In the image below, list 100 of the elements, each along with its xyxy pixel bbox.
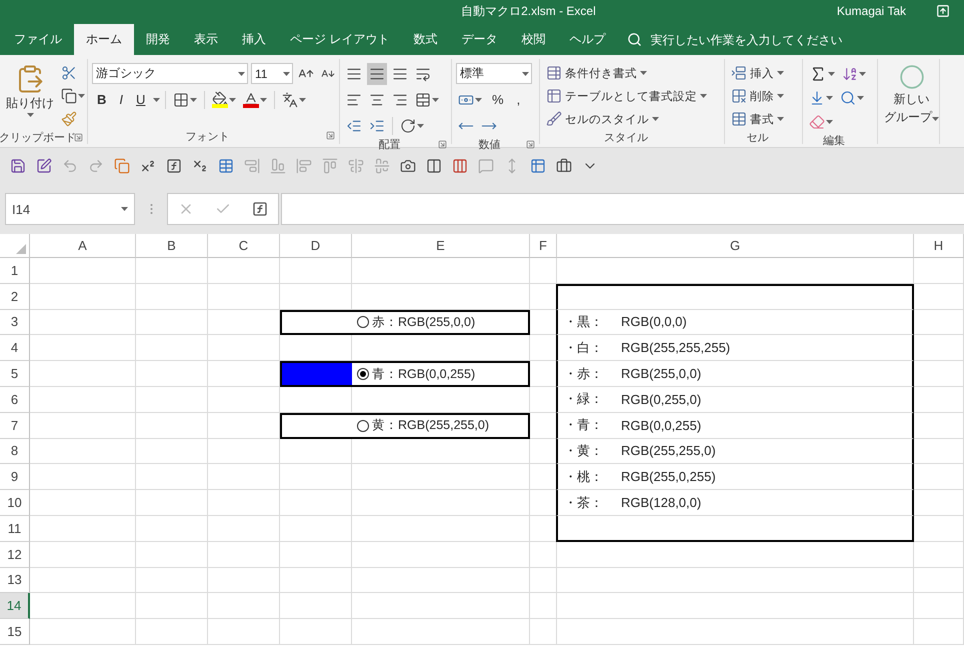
row-header[interactable]: 1	[0, 258, 30, 284]
font-name-field[interactable]: 游ゴシック	[92, 63, 248, 84]
option-button[interactable]: 黄：RGB(255,255,0)	[352, 414, 528, 437]
bordered-cell[interactable]	[556, 284, 914, 310]
sheet-cell[interactable]	[208, 438, 280, 464]
dialog-launcher-icon[interactable]	[526, 140, 535, 149]
name-box[interactable]: I14	[5, 193, 135, 225]
sheet-cell[interactable]	[352, 542, 530, 568]
sheet-cell[interactable]	[136, 619, 208, 645]
row-header[interactable]: 6	[0, 386, 30, 413]
row-header[interactable]: 2	[0, 284, 30, 310]
select-all-icon[interactable]	[16, 244, 26, 254]
row-header[interactable]: 11	[0, 516, 30, 542]
new-group-button[interactable]: 新しい グループ	[882, 62, 941, 128]
sheet-cell[interactable]	[530, 593, 557, 620]
sheet-cell[interactable]	[914, 284, 964, 310]
sheet-cell[interactable]	[208, 258, 280, 284]
bold-button[interactable]: B	[92, 88, 112, 110]
sheet-cell[interactable]	[557, 593, 914, 620]
bordered-cell[interactable]: ・緑： RGB(0,255,0)	[556, 386, 914, 413]
sheet-cell[interactable]	[530, 258, 557, 284]
italic-button[interactable]: I	[114, 88, 128, 110]
radio-icon[interactable]	[357, 368, 369, 380]
dialog-launcher-icon[interactable]	[326, 131, 335, 140]
sheet-cell[interactable]	[136, 361, 208, 387]
sheet-cell[interactable]	[136, 438, 208, 464]
sheet-cell[interactable]	[30, 619, 136, 645]
style-menu-button[interactable]: テーブルとして書式設定	[544, 85, 709, 107]
sheet-cell[interactable]	[30, 438, 136, 464]
radio-icon[interactable]	[357, 420, 369, 432]
sheet-cell[interactable]	[136, 516, 208, 542]
option-button[interactable]: 赤：RGB(255,0,0)	[352, 312, 528, 334]
cells-menu-button[interactable]: 書式	[729, 108, 786, 130]
percent-button[interactable]: %	[487, 88, 509, 110]
sheet-cell[interactable]	[914, 310, 964, 336]
row-header[interactable]: 8	[0, 438, 30, 464]
ribbon-tab[interactable]: ヘルプ	[557, 24, 618, 55]
column-header[interactable]: A	[30, 234, 136, 258]
sheet-cell[interactable]	[352, 568, 530, 594]
bordered-cell[interactable]: ・赤： RGB(255,0,0)	[556, 361, 914, 387]
sheet-cell[interactable]	[136, 310, 208, 336]
font-size-field[interactable]: 11	[251, 63, 293, 84]
sheet-cell[interactable]	[136, 464, 208, 490]
sheet-cell[interactable]	[914, 258, 964, 284]
sheet-cell[interactable]	[352, 516, 530, 542]
sheet-cell[interactable]	[30, 335, 136, 362]
column-header[interactable]: D	[280, 234, 352, 258]
radio-icon[interactable]	[357, 316, 369, 328]
sheet-cell[interactable]	[352, 619, 530, 645]
sheet-cell[interactable]	[30, 593, 136, 620]
row-header[interactable]: 7	[0, 412, 30, 439]
sheet-cell[interactable]	[914, 438, 964, 464]
tell-me-field[interactable]: 実行したい作業を入力してください	[648, 32, 898, 48]
style-menu-button[interactable]: 条件付き書式	[544, 62, 709, 84]
formula-field[interactable]	[281, 193, 964, 225]
sheet-cell[interactable]	[208, 593, 280, 620]
row-header[interactable]: 9	[0, 464, 30, 490]
ribbon-tab[interactable]: 挿入	[230, 24, 278, 55]
sheet-cell[interactable]	[280, 568, 352, 594]
sheet-cell[interactable]	[280, 593, 352, 620]
sheet-cell[interactable]	[530, 568, 557, 594]
style-menu-button[interactable]: セルのスタイル	[544, 108, 709, 130]
sheet-cell[interactable]	[136, 490, 208, 516]
sheet-cell[interactable]	[208, 284, 280, 310]
bordered-cell[interactable]: ・黄： RGB(255,255,0)	[556, 438, 914, 464]
column-header[interactable]: H	[914, 234, 964, 258]
sheet-cell[interactable]	[30, 310, 136, 336]
row-header[interactable]: 14	[0, 593, 30, 620]
sheet-cell[interactable]	[30, 258, 136, 284]
sheet-cell[interactable]	[208, 516, 280, 542]
sheet-cell[interactable]	[208, 568, 280, 594]
sheet-cell[interactable]	[30, 464, 136, 490]
bordered-cell[interactable]: ・白： RGB(255,255,255)	[556, 335, 914, 362]
insert-function-icon[interactable]	[252, 201, 268, 217]
row-header[interactable]: 12	[0, 542, 30, 568]
drag-handle-icon[interactable]	[150, 203, 152, 215]
row-header[interactable]: 10	[0, 490, 30, 516]
ribbon-tab[interactable]: ページ レイアウト	[278, 24, 402, 55]
sheet-cell[interactable]	[30, 386, 136, 413]
sheet-cell[interactable]	[136, 593, 208, 620]
column-header[interactable]: F	[530, 234, 557, 258]
bordered-cell[interactable]: ・黒： RGB(0,0,0)	[556, 310, 914, 336]
sheet-cell[interactable]	[30, 361, 136, 387]
sheet-cell[interactable]	[136, 258, 208, 284]
row-header[interactable]: 3	[0, 310, 30, 336]
sheet-cell[interactable]	[914, 619, 964, 645]
number-format-field[interactable]: 標準	[456, 63, 532, 84]
row-header[interactable]: 4	[0, 335, 30, 362]
row-header[interactable]: 5	[0, 361, 30, 387]
sheet-cell[interactable]	[914, 361, 964, 387]
sheet-cell[interactable]	[530, 619, 557, 645]
column-header[interactable]: C	[208, 234, 280, 258]
sheet-cell[interactable]	[557, 619, 914, 645]
sheet-cell[interactable]	[352, 593, 530, 620]
sheet-cell[interactable]	[557, 542, 914, 568]
ribbon-tab[interactable]: 表示	[182, 24, 230, 55]
column-header[interactable]: E	[352, 234, 530, 258]
bordered-cell[interactable]: ・青： RGB(0,0,255)	[556, 412, 914, 439]
option-button[interactable]: 青：RGB(0,0,255)	[352, 363, 528, 385]
sheet-cell[interactable]	[914, 335, 964, 362]
